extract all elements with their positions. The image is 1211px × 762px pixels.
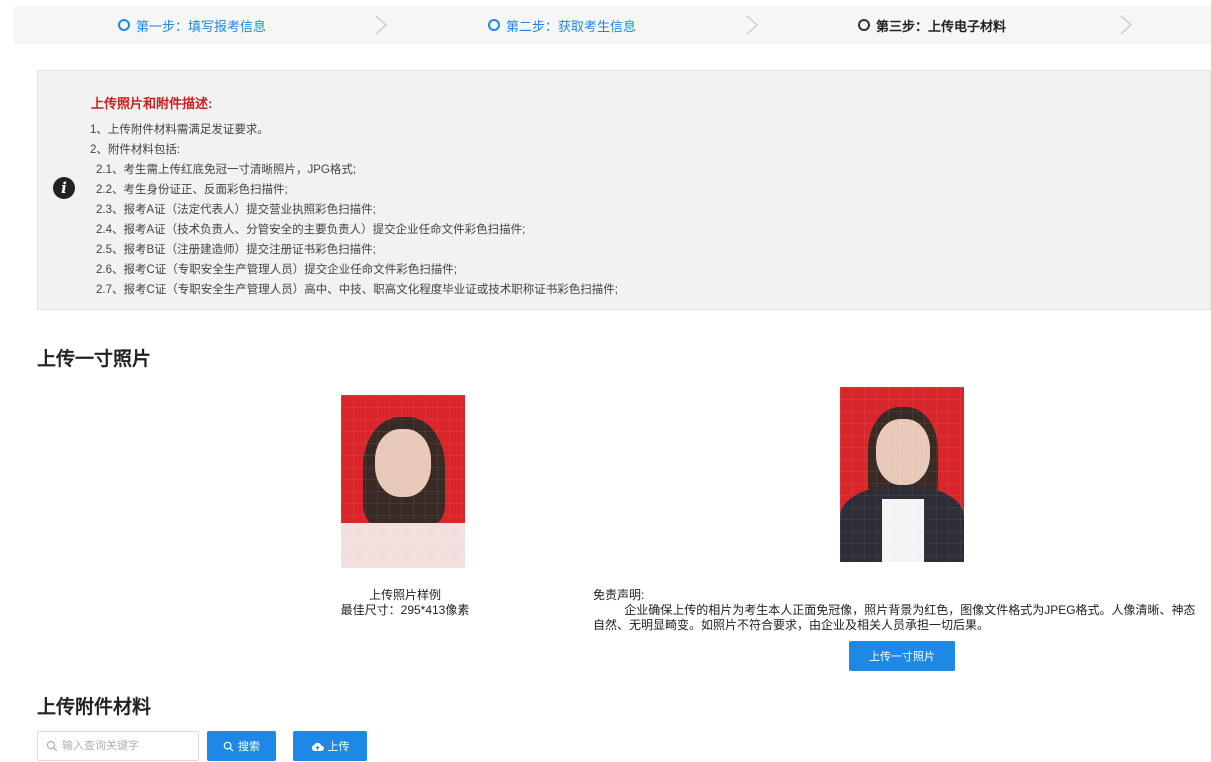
sample-caption-text: 上传照片样例 <box>368 588 441 602</box>
step-2: 第二步：获取考生信息 <box>488 6 636 44</box>
upload-button-label: 上传 <box>327 741 350 753</box>
step-2-label: 第二步：获取考生信息 <box>506 18 637 34</box>
step-progress-bar: 第一步：填写报考信息 第二步：获取考生信息 第三步：上传电子材料 <box>14 6 1211 44</box>
photo-section-title: 上传一寸照片 <box>37 349 152 370</box>
sample-photo <box>341 395 465 568</box>
step-circle-icon <box>488 19 500 31</box>
instruction-line: 2.5、报考B证（注册建造师）提交注册证书彩色扫描件; <box>96 244 376 256</box>
cloud-upload-icon <box>311 742 324 751</box>
upload-photo-button-label: 上传一寸照片 <box>869 651 935 663</box>
uploaded-photo-preview <box>840 387 964 562</box>
search-button[interactable]: 搜索 <box>207 731 276 761</box>
disclaimer: 免责声明: 企业确保上传的相片为考生本人正面免冠像，照片背景为红色，图像文件格式… <box>593 588 1205 633</box>
upload-photo-button[interactable]: 上传一寸照片 <box>849 641 955 671</box>
sample-photo-caption: 上传照片样例 最佳尺寸：295*413像素 <box>300 588 510 618</box>
info-icon: i <box>53 177 75 199</box>
instruction-line: 2.1、考生需上传红底免冠一寸清晰照片，JPG格式; <box>96 164 357 176</box>
step-3-label: 第三步：上传电子材料 <box>876 18 1007 34</box>
disclaimer-title: 免责声明: <box>593 588 645 602</box>
search-icon <box>223 741 234 751</box>
disclaimer-text: 企业确保上传的相片为考生本人正面免冠像，照片背景为红色，图像文件格式为JPEG格… <box>593 603 1196 632</box>
instruction-line: 2.2、考生身份证正、反面彩色扫描件; <box>96 184 288 196</box>
attachment-section-title: 上传附件材料 <box>37 697 152 718</box>
instruction-line: 2、附件材料包括: <box>90 144 181 156</box>
step-1: 第一步：填写报考信息 <box>118 6 266 44</box>
keyword-search-field[interactable] <box>37 731 199 761</box>
step-3: 第三步：上传电子材料 <box>858 6 1006 44</box>
search-input[interactable] <box>62 740 192 752</box>
chevron-right-icon <box>374 15 388 35</box>
step-circle-icon <box>858 19 870 31</box>
instruction-line: 2.3、报考A证（法定代表人）提交营业执照彩色扫描件; <box>96 204 376 216</box>
chevron-right-icon <box>1119 15 1133 35</box>
upload-attachment-button[interactable]: 上传 <box>293 731 367 761</box>
instruction-line: 2.4、报考A证（技术负责人、分管安全的主要负责人）提交企业任命文件彩色扫描件; <box>96 224 526 236</box>
chevron-right-icon <box>745 15 759 35</box>
step-circle-icon <box>118 19 130 31</box>
sample-size-text: 最佳尺寸：295*413像素 <box>340 603 470 617</box>
upload-instructions-panel: i 上传照片和附件描述: 1、上传附件材料需满足发证要求。 2、附件材料包括: … <box>37 70 1211 310</box>
search-button-label: 搜索 <box>238 741 260 753</box>
instruction-line: 2.6、报考C证（专职安全生产管理人员）提交企业任命文件彩色扫描件; <box>96 264 457 276</box>
instruction-line: 1、上传附件材料需满足发证要求。 <box>90 124 269 136</box>
instructions-list: 1、上传附件材料需满足发证要求。 2、附件材料包括: 2.1、考生需上传红底免冠… <box>90 120 618 300</box>
search-icon <box>46 740 58 752</box>
instructions-title: 上传照片和附件描述: <box>91 96 213 111</box>
step-1-label: 第一步：填写报考信息 <box>136 18 267 34</box>
instruction-line: 2.7、报考C证（专职安全生产管理人员）高中、中技、职高文化程度毕业证或技术职称… <box>96 284 618 296</box>
